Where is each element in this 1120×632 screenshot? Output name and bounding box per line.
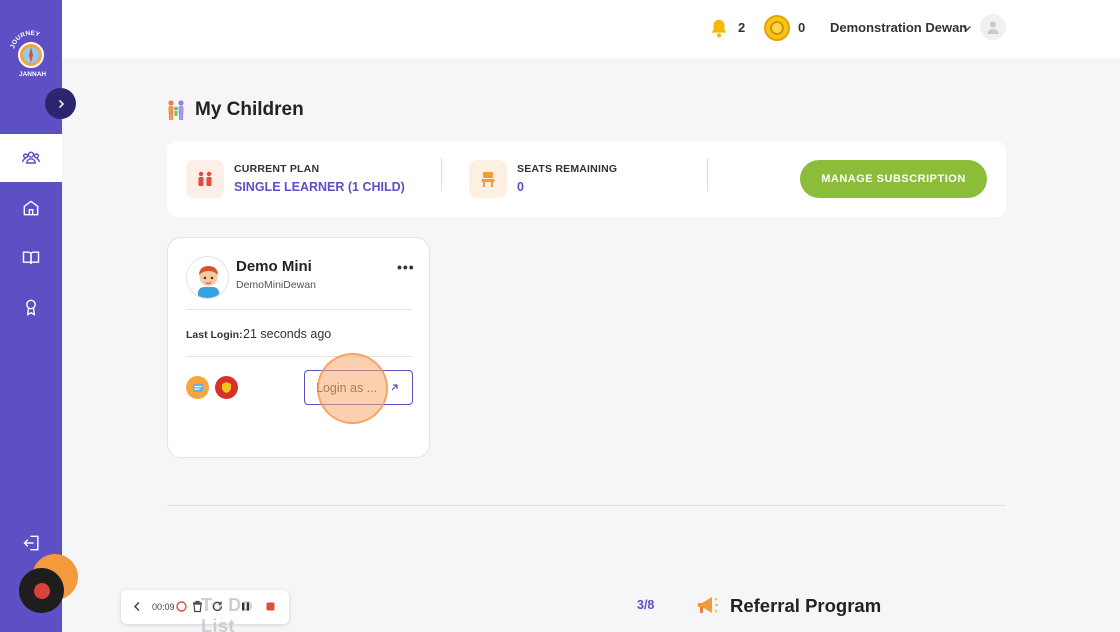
notification-count: 2	[738, 20, 746, 35]
sidebar-item-library[interactable]	[0, 234, 62, 282]
recording-toolbar: 00:09 To Do List	[121, 590, 289, 632]
chevron-left-icon[interactable]	[131, 600, 144, 613]
subscription-summary: CURRENT PLAN SINGLE LEARNER (1 CHILD) SE…	[167, 141, 1006, 217]
coin-icon[interactable]	[764, 15, 790, 41]
seats-remaining-value: 0	[517, 180, 524, 194]
chevron-right-icon	[58, 99, 64, 108]
child-name: Demo Mini	[236, 258, 312, 275]
manage-subscription-button[interactable]: MANAGE SUBSCRIPTION	[800, 160, 987, 198]
megaphone-icon	[698, 597, 718, 613]
family-icon	[168, 100, 184, 120]
top-header: 2 0 Demonstration Dewan	[62, 0, 1120, 58]
login-as-label: Login as ...	[316, 380, 378, 395]
user-avatar[interactable]	[980, 14, 1006, 40]
book-icon	[22, 251, 40, 264]
trash-icon[interactable]	[191, 600, 204, 613]
child-username: DemoMiniDewan	[236, 279, 316, 291]
award-icon	[26, 299, 36, 316]
current-plan-value: SINGLE LEARNER (1 CHILD)	[234, 180, 405, 194]
page-title: My Children	[195, 99, 304, 120]
users-icon	[21, 151, 41, 164]
coin-count: 0	[798, 20, 806, 35]
referral-program-title: Referral Program	[730, 595, 882, 616]
sidebar-item-children[interactable]	[0, 134, 62, 182]
divider	[441, 158, 442, 191]
seat-icon	[469, 160, 507, 198]
sidebar-toggle-button[interactable]	[45, 88, 76, 119]
child-avatar	[186, 256, 229, 299]
pause-icon[interactable]	[239, 600, 252, 613]
record-icon	[33, 582, 50, 599]
recording-time: 00:09	[152, 602, 175, 612]
user-menu-name[interactable]: Demonstration Dewan	[830, 20, 967, 35]
learner-icon	[186, 160, 224, 198]
divider	[186, 309, 412, 310]
reader-badge-icon	[186, 376, 209, 399]
section-divider	[167, 505, 1006, 506]
chevron-down-icon[interactable]	[961, 22, 973, 34]
divider	[707, 158, 708, 191]
carousel-pager: 3/8	[637, 598, 655, 612]
svg-text:JANNAH: JANNAH	[19, 71, 46, 78]
home-icon	[23, 200, 39, 216]
user-icon	[987, 21, 999, 34]
sidebar-item-achievements[interactable]	[0, 283, 62, 331]
login-as-child-button[interactable]: Login as ...	[304, 370, 413, 405]
restart-icon[interactable]	[175, 600, 188, 613]
child-card: Demo Mini DemoMiniDewan ••• Last Login: …	[167, 237, 430, 458]
current-plan-label: CURRENT PLAN	[234, 163, 320, 175]
divider	[186, 356, 412, 357]
stop-icon[interactable]	[264, 600, 277, 613]
external-link-icon	[391, 384, 398, 391]
refresh-icon[interactable]	[211, 600, 224, 613]
seats-remaining-label: SEATS REMAINING	[517, 163, 618, 175]
record-button[interactable]	[19, 568, 64, 613]
journey-jannah-logo[interactable]: JOURNEY JANNAH	[10, 30, 52, 80]
more-options-icon[interactable]: •••	[397, 260, 415, 274]
last-login-value: 21 seconds ago	[243, 327, 332, 341]
sidebar-item-home[interactable]	[0, 184, 62, 232]
logout-icon[interactable]	[22, 533, 42, 553]
bell-icon[interactable]	[708, 17, 730, 39]
shield-badge-icon	[215, 376, 238, 399]
last-login-label: Last Login:	[186, 329, 243, 341]
